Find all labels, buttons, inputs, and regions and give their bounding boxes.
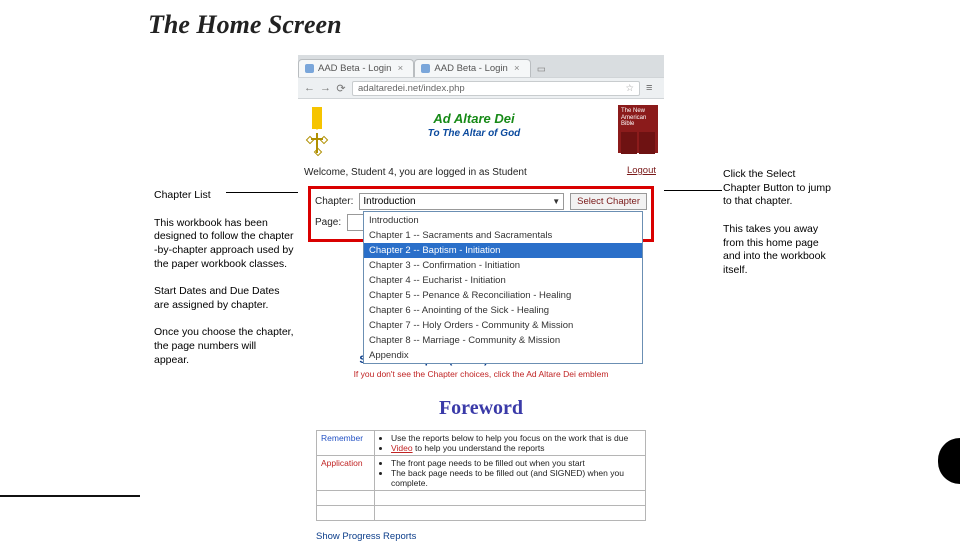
- foreword-row-content: Use the reports below to help you focus …: [375, 431, 646, 456]
- back-icon[interactable]: ←: [304, 82, 314, 94]
- chapter-label: Chapter:: [315, 196, 353, 207]
- left-note-p3: Once you choose the chapter, the page nu…: [154, 326, 294, 367]
- empty-cell: [375, 491, 646, 506]
- new-tab-button[interactable]: ▭: [531, 62, 543, 77]
- chevron-down-icon: ▼: [552, 197, 560, 206]
- dropdown-option[interactable]: Chapter 3 -- Confirmation - Initiation: [364, 258, 642, 273]
- right-annotations: Click the Select Chapter Button to jump …: [723, 168, 833, 291]
- dropdown-option[interactable]: Introduction: [364, 212, 642, 228]
- right-note-p1: Click the Select Chapter Button to jump …: [723, 168, 833, 209]
- bookmark-icon[interactable]: ☆: [625, 83, 634, 94]
- right-note-p2: This takes you away from this home page …: [723, 223, 833, 278]
- reload-icon[interactable]: ⟳: [336, 82, 346, 95]
- show-reports-link[interactable]: Show Progress Reports: [316, 531, 416, 542]
- dropdown-option[interactable]: Appendix: [364, 348, 642, 363]
- empty-cell: [317, 491, 375, 506]
- chapter-selector-highlight: Chapter: Introduction ▼ Select Chapter P…: [308, 186, 654, 242]
- welcome-text: Welcome, Student 4, you are logged in as…: [304, 167, 527, 178]
- site-subtitle: To The Altar of God: [428, 128, 521, 139]
- callout-line-right: [664, 190, 722, 191]
- dropdown-option[interactable]: Chapter 4 -- Eucharist - Initiation: [364, 273, 642, 288]
- dropdown-option[interactable]: Chapter 1 -- Sacraments and Sacramentals: [364, 228, 642, 243]
- instruction-sub: If you don't see the Chapter choices, cl…: [298, 369, 664, 379]
- forward-icon[interactable]: →: [320, 82, 330, 94]
- list-item: Use the reports below to help you focus …: [391, 433, 641, 443]
- emblem-icon[interactable]: [304, 107, 330, 157]
- tab-label: AAD Beta - Login: [318, 63, 391, 74]
- menu-icon[interactable]: ≡: [646, 85, 658, 92]
- url-text: adaltaredei.net/index.php: [358, 83, 465, 94]
- page-content: Ad Altare Dei To The Altar of God The Ne…: [298, 99, 664, 542]
- video-link[interactable]: Video: [391, 443, 413, 453]
- dropdown-option[interactable]: Chapter 7 -- Holy Orders - Community & M…: [364, 318, 642, 333]
- dropdown-option[interactable]: Chapter 6 -- Anointing of the Sick - Hea…: [364, 303, 642, 318]
- empty-cell: [317, 506, 375, 521]
- browser-tab[interactable]: AAD Beta - Login ×: [298, 59, 414, 77]
- close-icon[interactable]: ×: [512, 63, 522, 74]
- chapter-dropdown[interactable]: IntroductionChapter 1 -- Sacraments and …: [363, 211, 643, 364]
- table-row: Remember Use the reports below to help y…: [317, 431, 646, 456]
- bible-label: The New American Bible: [621, 108, 655, 128]
- empty-cell: [375, 506, 646, 521]
- dropdown-option[interactable]: Chapter 5 -- Penance & Reconciliation - …: [364, 288, 642, 303]
- tab-strip: AAD Beta - Login × AAD Beta - Login × ▭: [298, 55, 664, 77]
- site-title: Ad Altare Dei: [428, 111, 521, 126]
- list-item: The front page needs to be filled out wh…: [391, 458, 641, 468]
- site-title-block: Ad Altare Dei To The Altar of God: [428, 111, 521, 139]
- browser-window: AAD Beta - Login × AAD Beta - Login × ▭ …: [298, 55, 664, 535]
- foreword-table: Remember Use the reports below to help y…: [316, 430, 646, 521]
- slide-title: The Home Screen: [148, 10, 342, 40]
- foreword-row-content: The front page needs to be filled out wh…: [375, 456, 646, 491]
- table-row: [317, 491, 646, 506]
- left-note-p1: This workbook has been designed to follo…: [154, 217, 294, 272]
- bible-image: The New American Bible: [618, 105, 658, 153]
- list-item: Video to help you understand the reports: [391, 443, 641, 453]
- foreword-row-label: Remember: [317, 431, 375, 456]
- tab-label: AAD Beta - Login: [434, 63, 507, 74]
- foreword-row-label: Application: [317, 456, 375, 491]
- address-bar[interactable]: adaltaredei.net/index.php ☆: [352, 81, 640, 96]
- decorative-rule: [0, 495, 140, 497]
- select-chapter-button[interactable]: Select Chapter: [570, 193, 647, 210]
- left-note-p2: Start Dates and Due Dates are assigned b…: [154, 285, 294, 312]
- list-item-text: to help you understand the reports: [415, 443, 544, 453]
- left-annotations: Chapter List This workbook has been desi…: [154, 189, 294, 381]
- table-row: [317, 506, 646, 521]
- dropdown-option[interactable]: Chapter 2 -- Baptism - Initiation: [364, 243, 642, 258]
- foreword-heading: Foreword: [298, 397, 664, 420]
- browser-toolbar: ← → ⟳ adaltaredei.net/index.php ☆ ≡: [298, 77, 664, 99]
- favicon-icon: [305, 64, 314, 73]
- decorative-shape: [938, 438, 960, 484]
- browser-tab[interactable]: AAD Beta - Login ×: [414, 59, 530, 77]
- favicon-icon: [421, 64, 430, 73]
- dropdown-option[interactable]: Chapter 8 -- Marriage - Community & Miss…: [364, 333, 642, 348]
- list-item: The back page needs to be filled out (an…: [391, 468, 641, 488]
- logout-link[interactable]: Logout: [627, 165, 656, 176]
- chapter-selected-text: Introduction: [363, 196, 415, 207]
- close-icon[interactable]: ×: [395, 63, 405, 74]
- chapter-select[interactable]: Introduction ▼: [359, 193, 564, 210]
- page-label: Page:: [315, 217, 341, 228]
- table-row: Application The front page needs to be f…: [317, 456, 646, 491]
